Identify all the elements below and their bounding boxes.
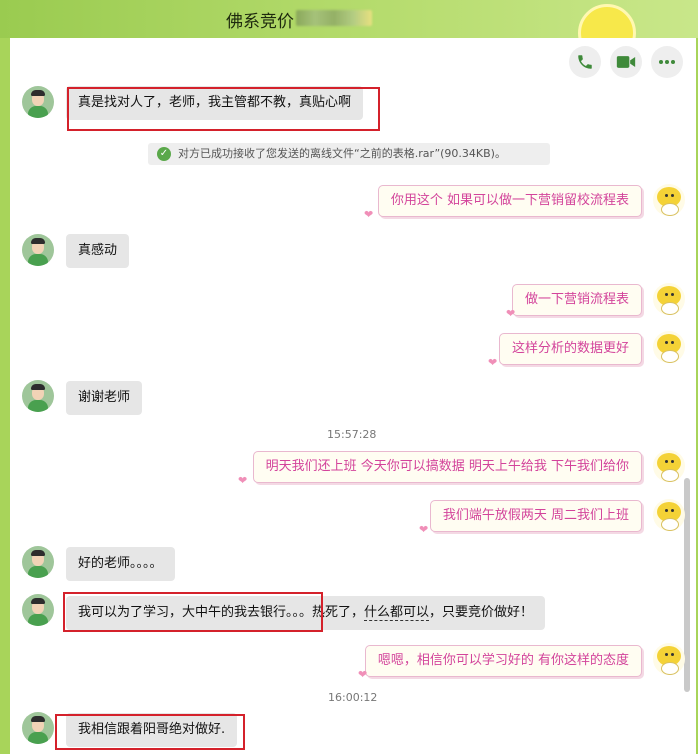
self-avatar[interactable] [653,499,685,531]
video-call-button[interactable] [610,46,642,78]
heart-icon: ❤ [238,474,248,487]
outgoing-message: 我们端午放假两天 周二我们上班 [429,500,642,532]
incoming-message: 真感动 [66,234,130,268]
timestamp: 16:00:12 [328,691,378,704]
file-received-notice: ✓ 对方已成功接收了您发送的离线文件“之前的表格.rar”(90.34KB)。 [148,143,550,165]
contact-avatar[interactable] [22,546,54,578]
voice-call-button[interactable] [569,46,601,78]
outgoing-message: 你用这个 如果可以做一下营销留校流程表 [377,185,642,217]
outgoing-message: 这样分析的数据更好 [498,333,642,365]
heart-icon: ❤ [506,307,516,320]
self-avatar[interactable] [653,184,685,216]
more-options-button[interactable] [651,46,683,78]
self-avatar[interactable] [653,331,685,363]
contact-avatar[interactable] [22,86,54,118]
heart-icon: ❤ [364,208,374,221]
heart-icon: ❤ [419,523,429,536]
phone-icon [578,55,592,69]
highlight-box [55,714,245,750]
check-icon: ✓ [157,147,171,161]
chat-title: 佛系竞价 [226,12,294,32]
highlight-box [67,87,380,131]
self-avatar[interactable] [653,643,685,675]
highlight-box [63,592,323,632]
self-avatar[interactable] [653,283,685,315]
window-header: 佛系竞价 [0,0,698,62]
outgoing-message: 嗯嗯，相信你可以学习好的 有你这样的态度 [364,645,642,677]
timestamp: 15:57:28 [327,428,377,441]
contact-avatar[interactable] [22,712,54,744]
more-dots-icon [659,60,675,64]
heart-icon: ❤ [488,356,498,369]
blurred-name [296,10,372,26]
outgoing-message: 做一下营销流程表 [511,284,642,316]
incoming-message: 好的老师。。。。 [66,547,175,581]
self-avatar[interactable] [653,450,685,482]
contact-avatar[interactable] [22,380,54,412]
contact-avatar[interactable] [22,234,54,266]
heart-icon: ❤ [358,668,368,681]
outgoing-message: 明天我们还上班 今天你可以搞数据 明天上午给我 下午我们给你 [252,451,642,483]
incoming-message: 谢谢老师 [66,381,143,415]
video-camera-icon [616,56,636,68]
contact-avatar[interactable] [22,594,54,626]
